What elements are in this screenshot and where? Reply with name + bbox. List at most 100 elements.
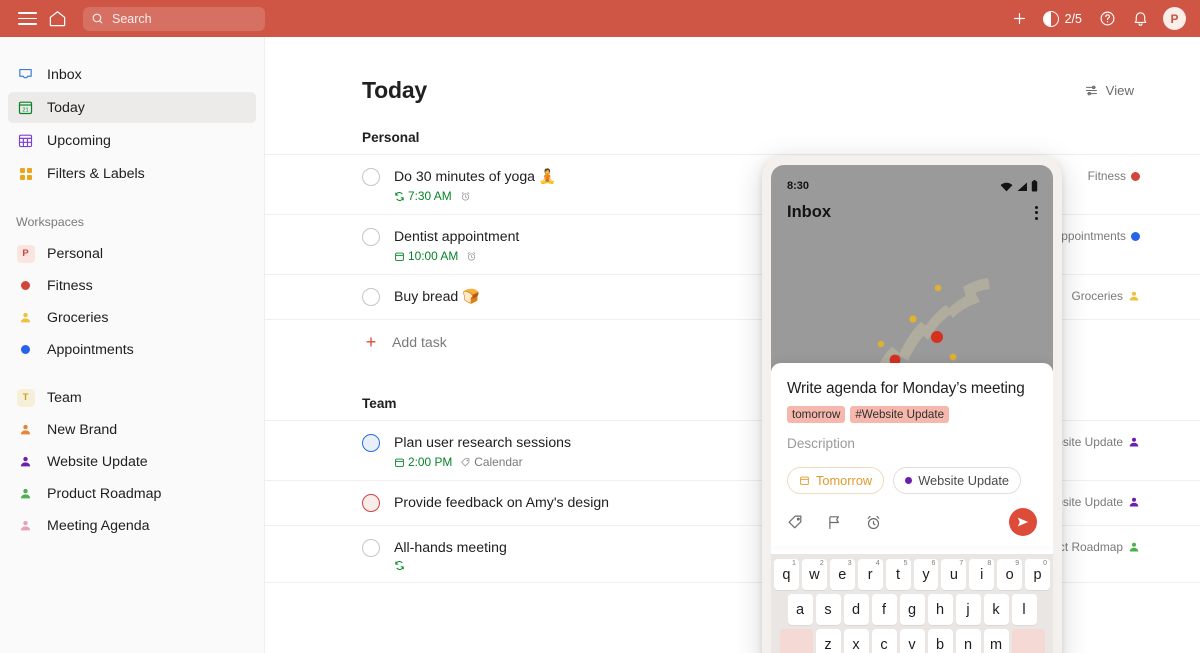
key-label: o [1005,566,1014,583]
key-p[interactable]: 0p [1025,559,1051,590]
task-checkbox[interactable] [362,168,380,186]
key-y[interactable]: 6y [913,559,939,590]
phone-status-icons [1000,180,1038,192]
key-a[interactable]: a [787,594,813,625]
key-z[interactable]: z [815,629,841,653]
key-label: u [949,566,958,583]
alarm-icon[interactable] [865,514,882,531]
overflow-menu-icon[interactable] [1035,205,1038,220]
task-due-date[interactable]: 10:00 AM [394,249,458,263]
task-project-label[interactable]: Appointments [1053,227,1140,243]
key-q[interactable]: 1q [773,559,799,590]
app-root: Search 2/5 P Inbox 21 Today Upcoming Fil… [0,0,1200,653]
menu-toggle-button[interactable] [12,4,42,34]
project-pill[interactable]: Website Update [893,467,1022,494]
sidebar-item-upcoming[interactable]: Upcoming [8,125,256,156]
avatar[interactable]: P [1163,7,1186,30]
due-date-pill[interactable]: Tomorrow [787,467,885,494]
sidebar-item-filters-labels[interactable]: Filters & Labels [8,158,256,189]
phone-mockup: 8:30 Inbox Write agenda for Monday’s mee… [762,156,1062,653]
task-label-chip[interactable]: Calendar [460,455,523,469]
battery-icon [1031,180,1038,192]
key-v[interactable]: v [899,629,925,653]
sidebar-workspace-personal[interactable]: P Personal [8,238,256,269]
sidebar-project-meeting-agenda[interactable]: Meeting Agenda [8,510,256,541]
productivity-progress[interactable]: 2/5 [1038,4,1089,34]
sidebar: Inbox 21 Today Upcoming Filters & Labels… [0,37,265,653]
shared-project-icon [16,311,35,324]
key-i[interactable]: 8i [969,559,995,590]
hamburger-icon [17,8,37,29]
due-date-text: Tomorrow [816,473,873,488]
key-e[interactable]: 3e [829,559,855,590]
sidebar-item-inbox[interactable]: Inbox [8,59,256,90]
task-checkbox[interactable] [362,494,380,512]
task-project-label[interactable]: Fitness [1088,167,1140,183]
sidebar-project-appointments[interactable]: Appointments [8,334,256,365]
home-button[interactable] [42,4,72,34]
tag-icon[interactable] [787,514,804,531]
sidebar-project-groceries[interactable]: Groceries [8,302,256,333]
shared-project-icon [1129,291,1139,301]
search-input[interactable]: Search [83,6,265,31]
key-h[interactable]: h [927,594,953,625]
key-x[interactable]: x [843,629,869,653]
shared-project-icon [16,455,35,468]
sidebar-item-today[interactable]: 21 Today [8,92,256,123]
key-c[interactable]: c [871,629,897,653]
task-checkbox[interactable] [362,228,380,246]
sidebar-project-product-roadmap[interactable]: Product Roadmap [8,478,256,509]
task-due-text: 2:00 PM [408,455,453,469]
key-u[interactable]: 7u [941,559,967,590]
key-g[interactable]: g [899,594,925,625]
notifications-button[interactable] [1125,4,1155,34]
key-s[interactable]: s [815,594,841,625]
key-r[interactable]: 4r [857,559,883,590]
help-button[interactable] [1092,4,1122,34]
svg-text:21: 21 [22,107,28,113]
sidebar-workspace-team[interactable]: T Team [8,382,256,413]
key-w[interactable]: 2w [801,559,827,590]
backspace-key[interactable] [1011,629,1045,653]
key-f[interactable]: f [871,594,897,625]
key-m[interactable]: m [983,629,1009,653]
question-mark-icon [1100,11,1114,26]
task-checkbox[interactable] [362,539,380,557]
task-project-label[interactable]: Groceries [1071,287,1140,303]
key-j[interactable]: j [955,594,981,625]
key-o[interactable]: 9o [997,559,1023,590]
key-k[interactable]: k [983,594,1009,625]
key-b[interactable]: b [927,629,953,653]
sidebar-project-new-brand[interactable]: New Brand [8,414,256,445]
key-number: 6 [931,560,936,567]
recurring-icon [395,191,404,201]
empty-state-illustration [875,278,993,371]
send-button[interactable] [1009,508,1037,536]
task-checkbox[interactable] [362,434,380,452]
add-task-button[interactable] [1005,4,1035,34]
phone-status-bar: 8:30 [771,165,1053,195]
bell-icon [1134,12,1146,26]
key-t[interactable]: 5t [885,559,911,590]
shared-project-icon [16,519,35,532]
key-l[interactable]: l [1011,594,1037,625]
description-input[interactable]: Description [787,436,1037,451]
flag-icon[interactable] [826,514,843,531]
top-header: Search 2/5 P [0,0,1200,37]
task-checkbox[interactable] [362,288,380,306]
key-d[interactable]: d [843,594,869,625]
view-options-button[interactable]: View [1078,79,1140,102]
shift-key[interactable] [779,629,813,653]
project-dot-icon [1131,171,1140,181]
task-due-date[interactable]: 7:30 AM [394,189,452,203]
quick-add-task-title[interactable]: Write agenda for Monday’s meeting [787,379,1037,399]
sidebar-project-website-update[interactable]: Website Update [8,446,256,477]
task-due-date[interactable]: 2:00 PM [394,455,452,469]
task-due-text: 10:00 AM [408,249,459,263]
parsed-project-chip: #Website Update [850,406,950,423]
key-number: 4 [875,560,880,567]
task-due-date[interactable] [394,560,405,571]
sidebar-project-fitness[interactable]: Fitness [8,270,256,301]
key-n[interactable]: n [955,629,981,653]
on-screen-keyboard[interactable]: 1q 2w 3e 4r 5t 6y 7u 8i 9o 0p a s d f g [771,554,1053,653]
